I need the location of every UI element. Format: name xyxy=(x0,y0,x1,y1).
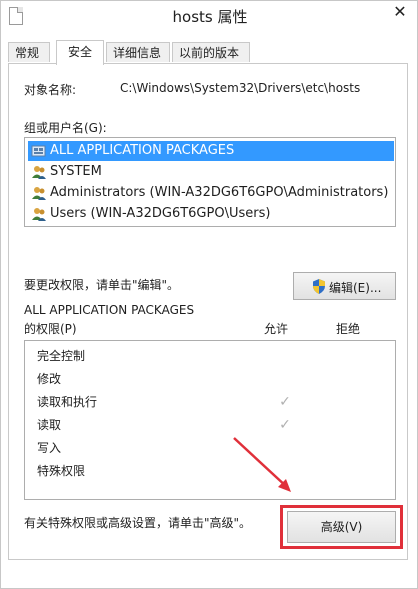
annotation-highlight-box xyxy=(280,505,403,549)
edit-button-label: 编辑(E)... xyxy=(329,281,382,295)
list-item-administrators[interactable]: Administrators (WIN-A32DG6T6GPO\Administ… xyxy=(28,183,394,203)
users-icon xyxy=(32,166,46,179)
user-item-label: SYSTEM xyxy=(50,164,102,179)
tab-details[interactable]: 详细信息 xyxy=(106,42,170,62)
user-item-label: Administrators (WIN-A32DG6T6GPO\Administ… xyxy=(50,185,389,200)
permission-row: 特殊权限 xyxy=(37,460,387,482)
permission-name: 读取和执行 xyxy=(37,395,98,409)
user-item-label: Users (WIN-A32DG6T6GPO\Users) xyxy=(50,206,271,221)
object-name-value: C:\Windows\System32\Drivers\etc\hosts xyxy=(120,81,361,95)
package-group-icon xyxy=(31,145,46,157)
permission-row: 修改 xyxy=(37,368,387,390)
advanced-hint: 有关特殊权限或高级设置，请单击"高级"。 xyxy=(24,516,252,530)
tab-general[interactable]: 常规 xyxy=(8,42,50,62)
uac-shield-icon xyxy=(313,279,325,294)
window-title: hosts 属性 xyxy=(172,8,248,26)
annotation-arrow-icon xyxy=(233,437,291,492)
user-item-label: ALL APPLICATION PACKAGES xyxy=(50,143,235,158)
permission-name: 读取 xyxy=(37,418,62,432)
users-icon xyxy=(32,208,46,221)
permissions-label: 的权限(P) xyxy=(24,322,77,336)
permission-row: 读取和执行 ✓ xyxy=(37,391,387,413)
permission-row: 读取 ✓ xyxy=(37,414,387,436)
list-item-system[interactable]: SYSTEM xyxy=(28,162,394,182)
permissions-list: 完全控制 修改 读取和执行 ✓ 读取 ✓ 写入 特殊权限 xyxy=(24,340,396,500)
list-item-all-application-packages[interactable]: ALL APPLICATION PACKAGES xyxy=(28,141,394,161)
permission-row: 完全控制 xyxy=(37,345,387,367)
permission-name: 完全控制 xyxy=(37,349,86,363)
list-item-users[interactable]: Users (WIN-A32DG6T6GPO\Users) xyxy=(28,204,394,224)
tab-security[interactable]: 安全 xyxy=(56,40,104,65)
tab-previous-versions[interactable]: 以前的版本 xyxy=(172,42,250,62)
permission-row: 写入 xyxy=(37,437,387,459)
title-bar: hosts 属性 ✕ xyxy=(1,1,417,31)
permission-name: 写入 xyxy=(37,441,62,455)
users-icon xyxy=(32,187,46,200)
close-button[interactable]: ✕ xyxy=(387,1,413,23)
allow-column-header: 允许 xyxy=(264,322,289,336)
object-name-label: 对象名称: xyxy=(24,83,77,97)
edit-button[interactable]: 编辑(E)... xyxy=(293,272,396,300)
allow-check-icon: ✓ xyxy=(279,394,291,410)
deny-column-header: 拒绝 xyxy=(336,322,361,336)
group-user-label: 组或用户名(G): xyxy=(24,121,107,135)
permission-name: 特殊权限 xyxy=(37,464,86,478)
permissions-for-label: ALL APPLICATION PACKAGES xyxy=(24,303,195,317)
permission-name: 修改 xyxy=(37,372,62,386)
users-list[interactable]: ALL APPLICATION PACKAGES SYSTEM Administ… xyxy=(24,137,396,227)
edit-hint: 要更改权限，请单击"编辑"。 xyxy=(24,278,180,292)
